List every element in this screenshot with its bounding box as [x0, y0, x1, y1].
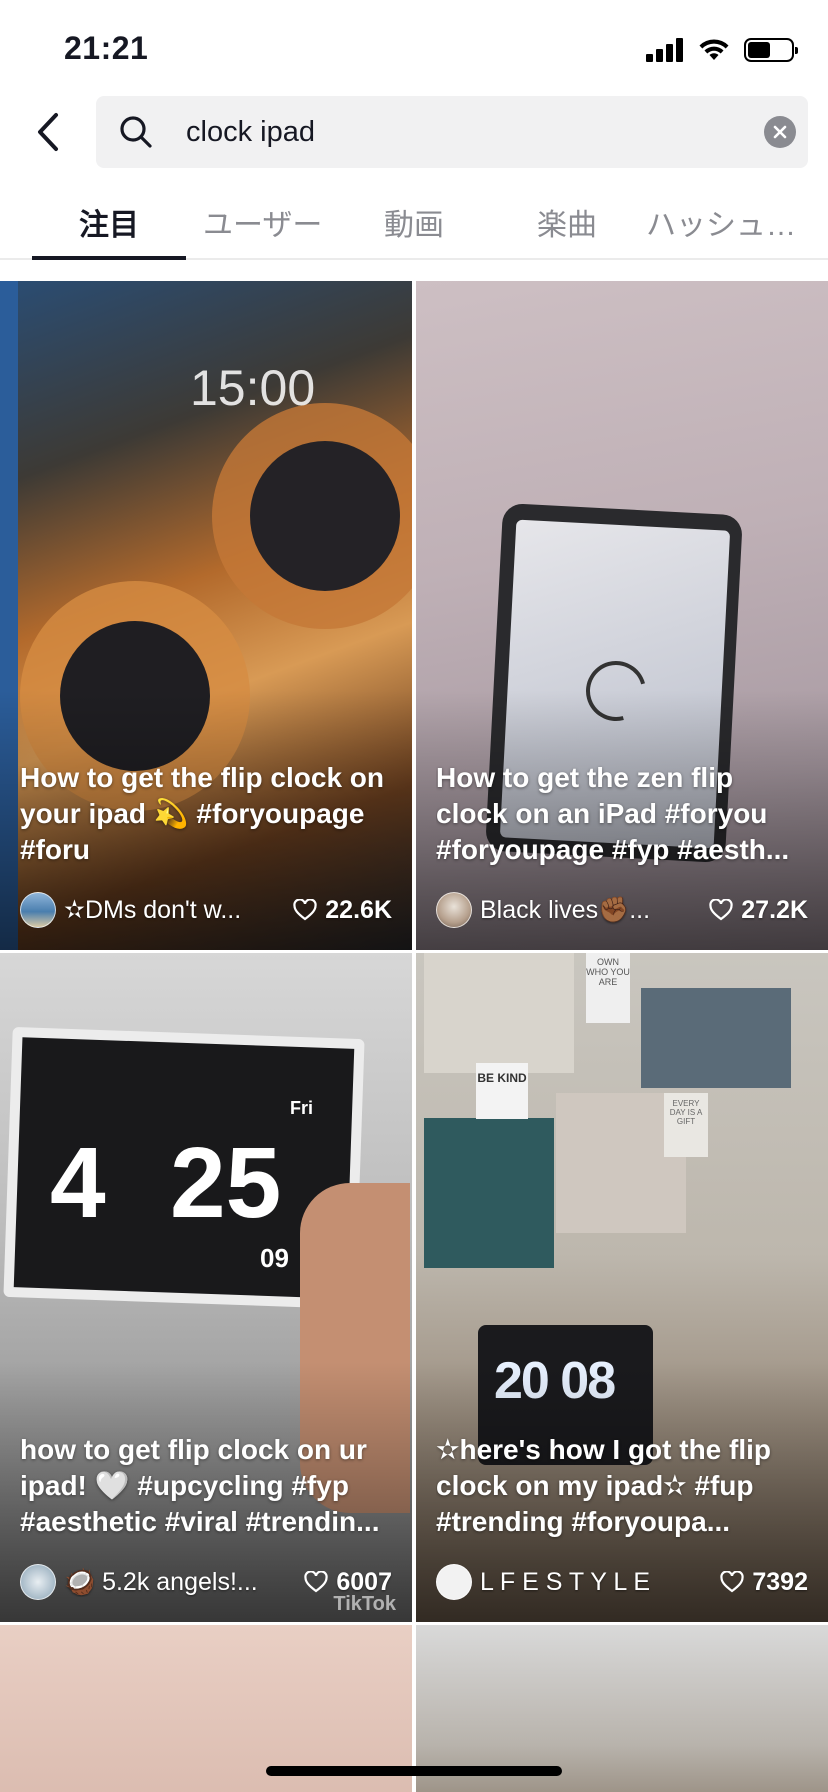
thumbnail-minute: 25	[170, 1127, 282, 1239]
tab-videos[interactable]: 動画	[384, 200, 444, 244]
thumbnail-note-gift: EVERY DAY IS A GIFT	[664, 1093, 708, 1157]
status-icons	[646, 36, 798, 64]
wifi-icon	[699, 39, 729, 60]
back-button[interactable]	[26, 108, 70, 156]
status-time: 21:21	[64, 30, 149, 66]
status-bar: 21:21	[0, 0, 828, 92]
video-meta: L F E S T Y L E 7392	[436, 1564, 808, 1600]
chevron-left-icon	[38, 113, 58, 151]
tiktok-watermark: TikTok	[333, 1593, 396, 1615]
close-icon	[773, 125, 787, 139]
tab-sounds[interactable]: 楽曲	[537, 200, 597, 244]
video-meta: Black lives✊🏾... 27.2K	[436, 892, 808, 928]
like-count: 22.6K	[293, 896, 392, 925]
avatar[interactable]	[436, 1564, 472, 1600]
thumbnail-hour: 4	[50, 1127, 106, 1239]
thumbnail-clock-text: 15:00	[190, 360, 316, 416]
author-name[interactable]: 🥥 5.2k angels!...	[64, 1568, 292, 1597]
video-meta: ✫DMs don't w... 22.6K	[20, 892, 392, 928]
thumbnail-note: BE KIND	[476, 1063, 528, 1119]
avatar[interactable]	[436, 892, 472, 928]
tab-users[interactable]: ユーザー	[203, 200, 322, 244]
avatar[interactable]	[20, 1564, 56, 1600]
heart-icon	[304, 1571, 329, 1593]
author-name[interactable]: ✫DMs don't w...	[64, 895, 281, 925]
avatar[interactable]	[20, 892, 56, 928]
like-count-value: 27.2K	[741, 895, 808, 924]
video-caption: How to get the zen flip clock on an iPad…	[436, 762, 790, 865]
active-tab-indicator	[32, 256, 186, 260]
heart-icon	[293, 899, 317, 921]
tab-top[interactable]: 注目	[79, 200, 139, 244]
video-card[interactable]: Fri 4 25 09 how to get flip clock on ur …	[0, 953, 412, 1622]
heart-icon	[709, 899, 733, 921]
clear-search-button[interactable]	[764, 116, 796, 148]
thumbnail-day: Fri	[290, 1098, 314, 1118]
cellular-signal-icon	[646, 38, 684, 62]
author-name[interactable]: Black lives✊🏾...	[480, 896, 697, 925]
search-box[interactable]	[96, 96, 808, 168]
battery-icon	[744, 38, 798, 62]
video-caption: ✫here's how I got the flip clock on my i…	[436, 1434, 772, 1537]
video-caption: how to get flip clock on ur ipad! 🤍 #upc…	[20, 1434, 380, 1537]
video-caption: How to get the flip clock on your ipad 💫…	[20, 762, 384, 865]
search-icon	[120, 116, 152, 148]
thumbnail-sign: OWN WHO YOU ARE	[586, 953, 630, 1023]
home-indicator	[266, 1766, 562, 1776]
search-tabs: 注目 ユーザー 動画 楽曲 ハッシュ…	[0, 190, 828, 260]
like-count-value: 7392	[752, 1567, 808, 1596]
like-count: 27.2K	[709, 896, 808, 925]
author-name[interactable]: L F E S T Y L E	[480, 1568, 708, 1597]
thumbnail-seconds: 09	[260, 1243, 289, 1273]
video-card[interactable]: 15:00 How to get the flip clock on your …	[0, 281, 412, 950]
heart-icon	[720, 1571, 745, 1593]
video-card[interactable]: OWN WHO YOU ARE BE KIND EVERY DAY IS A G…	[416, 953, 828, 1622]
tab-hashtags[interactable]: ハッシュ…	[646, 200, 796, 244]
video-card[interactable]: How to get the zen flip clock on an iPad…	[416, 281, 828, 950]
like-count: 7392	[720, 1568, 808, 1597]
search-input[interactable]	[186, 110, 706, 154]
like-count-value: 22.6K	[325, 895, 392, 924]
